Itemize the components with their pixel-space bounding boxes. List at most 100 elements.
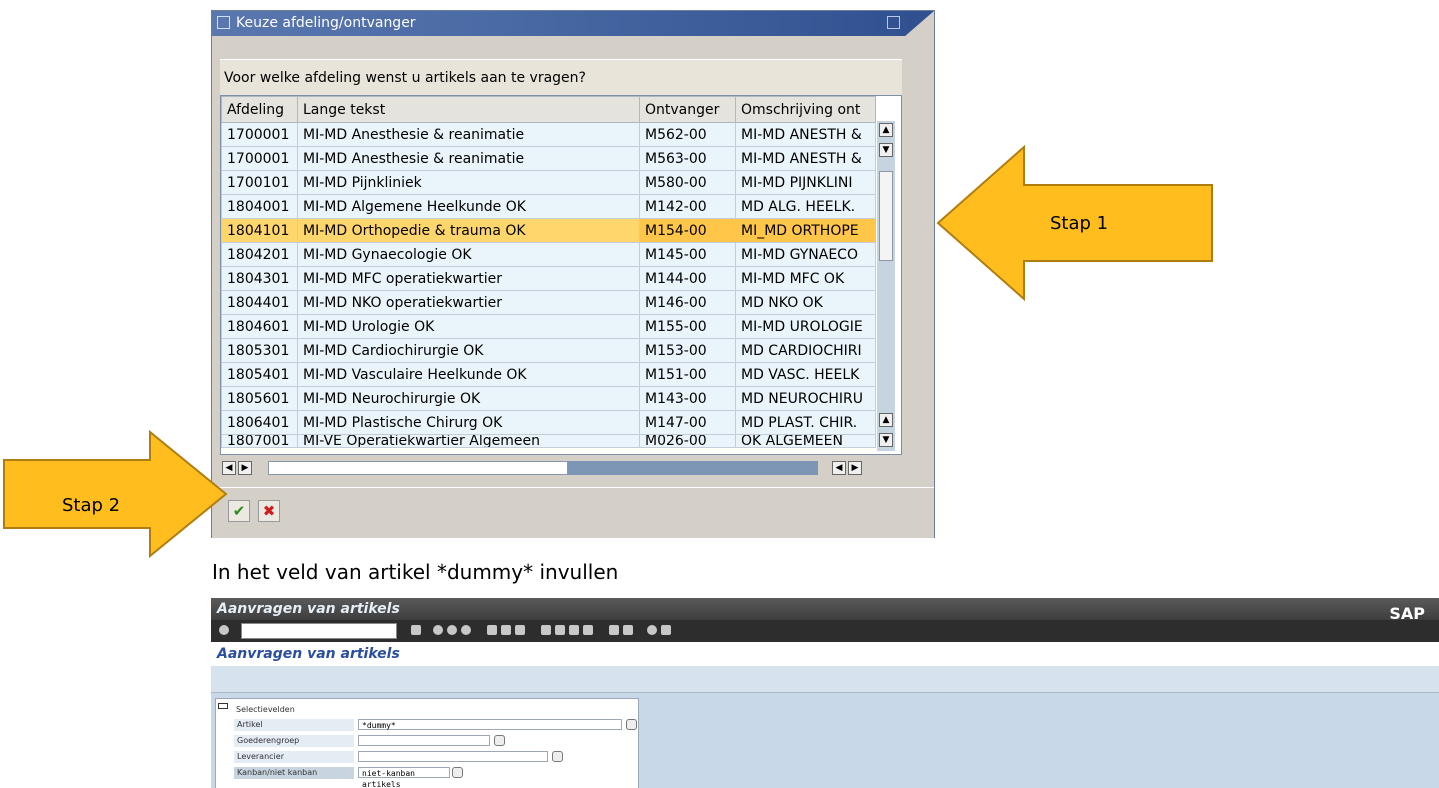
scroll-track-left[interactable] <box>268 461 568 475</box>
cell-afdeling[interactable]: 1700001 <box>221 146 298 171</box>
cell-ontvanger[interactable]: M153-00 <box>639 338 736 363</box>
cell-afdeling[interactable]: 1804201 <box>221 242 298 267</box>
page-up-icon[interactable]: ▲ <box>879 413 893 427</box>
cell-omschrijving[interactable]: MD NKO OK <box>735 290 876 315</box>
cell-ontvanger[interactable]: M147-00 <box>639 410 736 435</box>
cell-lange-tekst[interactable]: MI-MD Cardiochirurgie OK <box>297 338 640 363</box>
cancel-icon[interactable] <box>461 625 471 635</box>
cell-afdeling[interactable]: 1804101 <box>221 218 298 243</box>
column-header-ontvanger[interactable]: Ontvanger <box>639 96 736 123</box>
horizontal-scrollbar[interactable]: ◀ ▶ ◀ ▶ <box>220 459 902 477</box>
cell-ontvanger[interactable]: M563-00 <box>639 146 736 171</box>
cell-lange-tekst[interactable]: MI-MD Urologie OK <box>297 314 640 339</box>
table-row[interactable]: 1807001 MI-VE Operatiekwartier Algemeen M0… <box>221 434 876 448</box>
print-icon[interactable] <box>487 625 497 635</box>
cell-afdeling[interactable]: 1805401 <box>221 362 298 387</box>
scroll-right-icon-2[interactable]: ▶ <box>848 461 862 475</box>
kanban-dropdown-icon[interactable] <box>452 767 463 778</box>
table-row[interactable]: 1700001 MI-MD Anesthesie & reanimatie M563… <box>221 146 876 171</box>
cell-ontvanger[interactable]: M145-00 <box>639 242 736 267</box>
cell-afdeling[interactable]: 1700001 <box>221 122 298 147</box>
scroll-right-icon[interactable]: ▶ <box>238 461 252 475</box>
table-row[interactable]: 1700101 MI-MD Pijnkliniek M580-00 MI-MD PIJ… <box>221 170 876 195</box>
help-icon[interactable] <box>647 625 657 635</box>
selection-tab[interactable]: Selectievelden <box>236 705 295 714</box>
exit-icon[interactable] <box>447 625 457 635</box>
cell-omschrijving[interactable]: MI_MD ORTHOPE <box>735 218 876 243</box>
cell-omschrijving[interactable]: MD ALG. HEELK. <box>735 194 876 219</box>
vertical-scrollbar[interactable]: ▲ ▼ ▲ ▼ <box>877 121 895 451</box>
dialog-close-icon[interactable] <box>887 16 900 29</box>
cell-ontvanger[interactable]: M146-00 <box>639 290 736 315</box>
cell-lange-tekst[interactable]: MI-MD Anesthesie & reanimatie <box>297 122 640 147</box>
scroll-thumb[interactable] <box>879 171 893 261</box>
cell-omschrijving[interactable]: MD CARDIOCHIRI <box>735 338 876 363</box>
new-session-icon[interactable] <box>609 625 619 635</box>
cell-lange-tekst[interactable]: MI-MD NKO operatiekwartier <box>297 290 640 315</box>
cell-ontvanger[interactable]: M154-00 <box>639 218 736 243</box>
cell-omschrijving[interactable]: MI-MD MFC OK <box>735 266 876 291</box>
table-row[interactable]: 1804601 MI-MD Urologie OK M155-00 MI-MD URO… <box>221 314 876 339</box>
cell-omschrijving[interactable]: MI-MD ANESTH & <box>735 146 876 171</box>
command-field[interactable] <box>241 623 397 639</box>
goederengroep-input[interactable] <box>358 735 490 746</box>
table-row[interactable]: 1804401 MI-MD NKO operatiekwartier M146-00… <box>221 290 876 315</box>
cell-lange-tekst[interactable]: MI-MD Anesthesie & reanimatie <box>297 146 640 171</box>
cell-omschrijving[interactable]: MD NEUROCHIRU <box>735 386 876 411</box>
cancel-button[interactable]: ✖ <box>258 500 280 522</box>
table-row[interactable]: 1804101 MI-MD Orthopedie & trauma OK M154-… <box>221 218 876 243</box>
find-icon[interactable] <box>501 625 511 635</box>
cell-omschrijving[interactable]: MI-MD UROLOGIE <box>735 314 876 339</box>
leverancier-input[interactable] <box>358 751 548 762</box>
cell-ontvanger[interactable]: M144-00 <box>639 266 736 291</box>
table-row[interactable]: 1700001 MI-MD Anesthesie & reanimatie M562… <box>221 122 876 147</box>
confirm-button[interactable]: ✔ <box>228 500 250 522</box>
table-row[interactable]: 1805401 MI-MD Vasculaire Heelkunde OK M151… <box>221 362 876 387</box>
column-header-lange-tekst[interactable]: Lange tekst <box>297 96 640 123</box>
table-row[interactable]: 1804201 MI-MD Gynaecologie OK M145-00 MI-MD… <box>221 242 876 267</box>
table-row[interactable]: 1806401 MI-MD Plastische Chirurg OK M147-0… <box>221 410 876 435</box>
cell-lange-tekst[interactable]: MI-MD Algemene Heelkunde OK <box>297 194 640 219</box>
shortcut-icon[interactable] <box>623 625 633 635</box>
cell-afdeling[interactable]: 1807001 <box>221 434 298 448</box>
cell-omschrijving[interactable]: MD VASC. HEELK <box>735 362 876 387</box>
back-icon[interactable] <box>433 625 443 635</box>
scroll-track-right[interactable] <box>568 461 818 475</box>
cell-afdeling[interactable]: 1804001 <box>221 194 298 219</box>
table-row[interactable]: 1804301 MI-MD MFC operatiekwartier M144-00… <box>221 266 876 291</box>
cell-lange-tekst[interactable]: MI-MD Neurochirurgie OK <box>297 386 640 411</box>
cell-afdeling[interactable]: 1804601 <box>221 314 298 339</box>
cell-afdeling[interactable]: 1700101 <box>221 170 298 195</box>
collapse-panel-icon[interactable] <box>218 703 228 709</box>
last-page-icon[interactable] <box>583 625 593 635</box>
cell-lange-tekst[interactable]: MI-VE Operatiekwartier Algemeen <box>297 434 640 448</box>
page-down-icon[interactable]: ▼ <box>879 433 893 447</box>
scroll-up-icon[interactable]: ▲ <box>879 123 893 137</box>
cell-lange-tekst[interactable]: MI-MD Plastische Chirurg OK <box>297 410 640 435</box>
table-row[interactable]: 1804001 MI-MD Algemene Heelkunde OK M142-0… <box>221 194 876 219</box>
cell-omschrijving[interactable]: MI-MD PIJNKLINI <box>735 170 876 195</box>
table-row[interactable]: 1805601 MI-MD Neurochirurgie OK M143-00 MD … <box>221 386 876 411</box>
cell-afdeling[interactable]: 1806401 <box>221 410 298 435</box>
cell-afdeling[interactable]: 1804301 <box>221 266 298 291</box>
cell-ontvanger[interactable]: M562-00 <box>639 122 736 147</box>
cell-lange-tekst[interactable]: MI-MD Vasculaire Heelkunde OK <box>297 362 640 387</box>
cell-ontvanger[interactable]: M026-00 <box>639 434 736 448</box>
next-page-icon[interactable] <box>569 625 579 635</box>
cell-ontvanger[interactable]: M143-00 <box>639 386 736 411</box>
cell-lange-tekst[interactable]: MI-MD Orthopedie & trauma OK <box>297 218 640 243</box>
goederengroep-f4-help-icon[interactable] <box>494 735 505 746</box>
artikel-input[interactable]: *dummy* <box>358 719 622 730</box>
cell-afdeling[interactable]: 1805601 <box>221 386 298 411</box>
artikel-f4-help-icon[interactable] <box>626 719 637 730</box>
scroll-left-icon-2[interactable]: ◀ <box>832 461 846 475</box>
cell-omschrijving[interactable]: OK ALGEMEEN <box>735 434 876 448</box>
cell-omschrijving[interactable]: MD PLAST. CHIR. <box>735 410 876 435</box>
cell-ontvanger[interactable]: M580-00 <box>639 170 736 195</box>
leverancier-f4-help-icon[interactable] <box>552 751 563 762</box>
cell-lange-tekst[interactable]: MI-MD MFC operatiekwartier <box>297 266 640 291</box>
cell-afdeling[interactable]: 1804401 <box>221 290 298 315</box>
kanban-select[interactable]: niet-kanban artikels <box>358 767 450 788</box>
find-next-icon[interactable] <box>515 625 525 635</box>
first-page-icon[interactable] <box>541 625 551 635</box>
